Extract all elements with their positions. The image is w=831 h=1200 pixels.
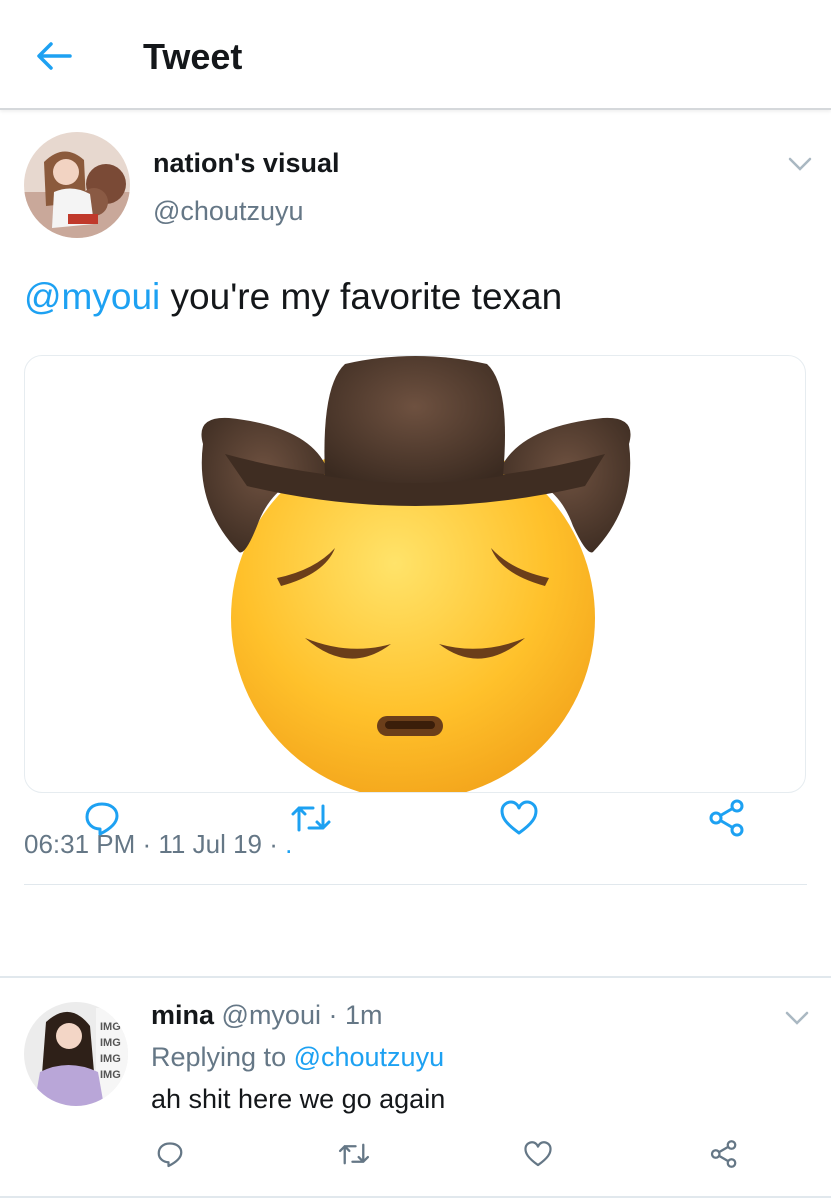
- display-name[interactable]: nation's visual: [153, 148, 339, 179]
- reply-avatar[interactable]: IMG IMG IMG IMG: [24, 1002, 128, 1106]
- reply-tweet[interactable]: IMG IMG IMG IMG mina @myoui · 1m Replyin…: [0, 978, 831, 1200]
- heart-icon: [500, 800, 538, 835]
- reply-reply-button[interactable]: [152, 1136, 188, 1172]
- share-icon: [710, 1140, 737, 1168]
- reply-header: mina @myoui · 1m: [151, 1000, 382, 1031]
- reply-retweet-button[interactable]: [336, 1136, 372, 1172]
- tweet-timestamp: 06:31 PM · 11 Jul 19 · .: [24, 829, 293, 859]
- retweet-button[interactable]: [288, 796, 334, 840]
- replying-to: Replying to @choutzuyu: [151, 1042, 445, 1072]
- back-button[interactable]: [30, 36, 78, 76]
- like-button[interactable]: [496, 796, 542, 840]
- reply-like-button[interactable]: [520, 1136, 556, 1172]
- svg-text:IMG: IMG: [100, 1069, 121, 1081]
- share-button[interactable]: [704, 796, 750, 840]
- svg-text:IMG: IMG: [100, 1021, 121, 1033]
- tweet-body: you're my favorite texan: [160, 276, 563, 317]
- reply-share-button[interactable]: [706, 1136, 742, 1172]
- reply-display-name[interactable]: mina: [151, 1000, 214, 1030]
- reply-handle-time: @myoui · 1m: [214, 1000, 383, 1030]
- reply-button[interactable]: [79, 796, 125, 840]
- mention-link[interactable]: @myoui: [24, 276, 160, 317]
- back-arrow-icon: [37, 42, 72, 70]
- reply-icon: [85, 802, 119, 836]
- reply-icon: [157, 1142, 183, 1168]
- reply-text: ah shit here we go again: [151, 1084, 446, 1114]
- chevron-down-icon: [785, 1011, 809, 1025]
- divider: [24, 884, 807, 885]
- svg-text:IMG: IMG: [100, 1037, 121, 1049]
- heart-icon: [524, 1141, 552, 1167]
- divider: [0, 1196, 831, 1198]
- top-bar: Tweet: [0, 0, 831, 110]
- user-handle[interactable]: @choutzuyu: [153, 196, 304, 227]
- tweet-text: @myoui you're my favorite texan: [24, 276, 562, 318]
- retweet-icon: [338, 1143, 370, 1165]
- tweet-media[interactable]: [24, 355, 806, 793]
- replying-to-link[interactable]: @choutzuyu: [294, 1042, 445, 1072]
- svg-text:IMG: IMG: [100, 1053, 121, 1065]
- chevron-down-icon: [788, 157, 812, 171]
- share-icon: [709, 799, 744, 837]
- page-title: Tweet: [143, 36, 243, 77]
- cowboy-pensive-emoji-icon: [201, 356, 631, 792]
- tweet-menu-button[interactable]: [786, 154, 814, 174]
- reply-menu-button[interactable]: [783, 1008, 811, 1028]
- avatar[interactable]: [24, 132, 130, 238]
- retweet-icon: [291, 804, 331, 832]
